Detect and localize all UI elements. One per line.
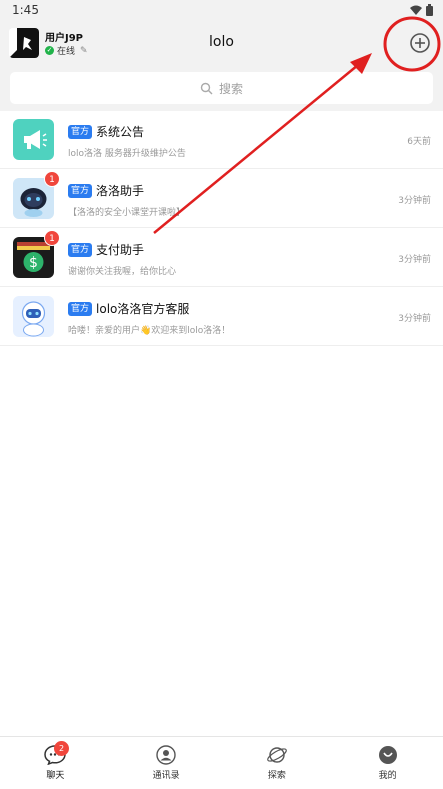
list-item[interactable]: $ 1 官方 支付助手 谢谢你关注我喔，给你比心 3分钟前 xyxy=(0,228,443,287)
tab-label: 通讯录 xyxy=(152,771,180,781)
status-time: 1:45 xyxy=(12,3,39,17)
planet-icon xyxy=(267,747,287,763)
search-placeholder: 搜索 xyxy=(218,81,243,96)
add-circle-button[interactable] xyxy=(408,31,432,55)
megaphone-icon xyxy=(13,119,54,160)
chat-time: 3分钟前 xyxy=(398,196,431,206)
top-header: 用户J9P ✓ 在线 ✎ lolo xyxy=(0,22,443,66)
search-bar-container: 搜索 xyxy=(0,66,443,111)
chat-time: 3分钟前 xyxy=(398,255,431,265)
list-item[interactable]: 官方 系统公告 lolo洛洛 服务器升级维护公告 6天前 xyxy=(0,110,443,169)
chat-tab-badge: 2 xyxy=(54,741,69,756)
unread-badge: 1 xyxy=(44,230,60,246)
official-tag: 官方 xyxy=(68,183,93,198)
list-item[interactable]: 1 官方 洛洛助手 【洛洛的安全小课堂开课啦】 3分钟前 xyxy=(0,169,443,228)
wifi-icon xyxy=(410,5,422,15)
chat-preview: 哈喽！亲爱的用户👋欢迎来到lolo洛洛！ xyxy=(68,326,231,336)
search-input[interactable]: 搜索 xyxy=(10,72,433,104)
chat-name: 支付助手 xyxy=(96,243,145,257)
bottom-tab-bar: 2 聊天 通讯录 探索 我的 xyxy=(0,736,443,789)
tab-contacts[interactable]: 通讯录 xyxy=(111,737,222,789)
profile-icon xyxy=(378,746,397,764)
tab-label: 探索 xyxy=(267,771,286,781)
chat-preview: 谢谢你关注我喔，给你比心 xyxy=(68,267,177,277)
status-bar: 1:45 xyxy=(0,0,443,22)
search-icon xyxy=(200,82,213,94)
tab-chat[interactable]: 2 聊天 xyxy=(0,737,111,789)
official-tag: 官方 xyxy=(68,242,93,257)
svg-text:$: $ xyxy=(29,255,38,271)
official-tag: 官方 xyxy=(68,124,93,139)
unread-badge: 1 xyxy=(44,171,60,187)
battery-icon xyxy=(426,4,433,16)
chat-name: 洛洛助手 xyxy=(96,184,145,198)
page-title: lolo xyxy=(209,34,234,50)
chat-list: 官方 系统公告 lolo洛洛 服务器升级维护公告 6天前 1 官方 洛洛助手 【… xyxy=(0,110,443,346)
chat-time: 3分钟前 xyxy=(398,314,431,324)
official-tag: 官方 xyxy=(68,301,93,316)
tab-label: 聊天 xyxy=(46,771,65,781)
list-item[interactable]: 官方 lolo洛洛官方客服 哈喽！亲爱的用户👋欢迎来到lolo洛洛！ 3分钟前 xyxy=(0,287,443,346)
chat-preview: lolo洛洛 服务器升级维护公告 xyxy=(68,149,186,159)
contacts-icon xyxy=(156,745,176,765)
support-bot-icon xyxy=(13,296,54,337)
status-icons xyxy=(410,4,433,16)
chat-name: lolo洛洛官方客服 xyxy=(96,302,190,316)
tab-label: 我的 xyxy=(378,771,397,781)
chat-time: 6天前 xyxy=(407,137,431,147)
tab-profile[interactable]: 我的 xyxy=(332,737,443,789)
chat-preview: 【洛洛的安全小课堂开课啦】 xyxy=(68,208,186,218)
chat-name: 系统公告 xyxy=(96,125,145,139)
tab-explore[interactable]: 探索 xyxy=(222,737,333,789)
